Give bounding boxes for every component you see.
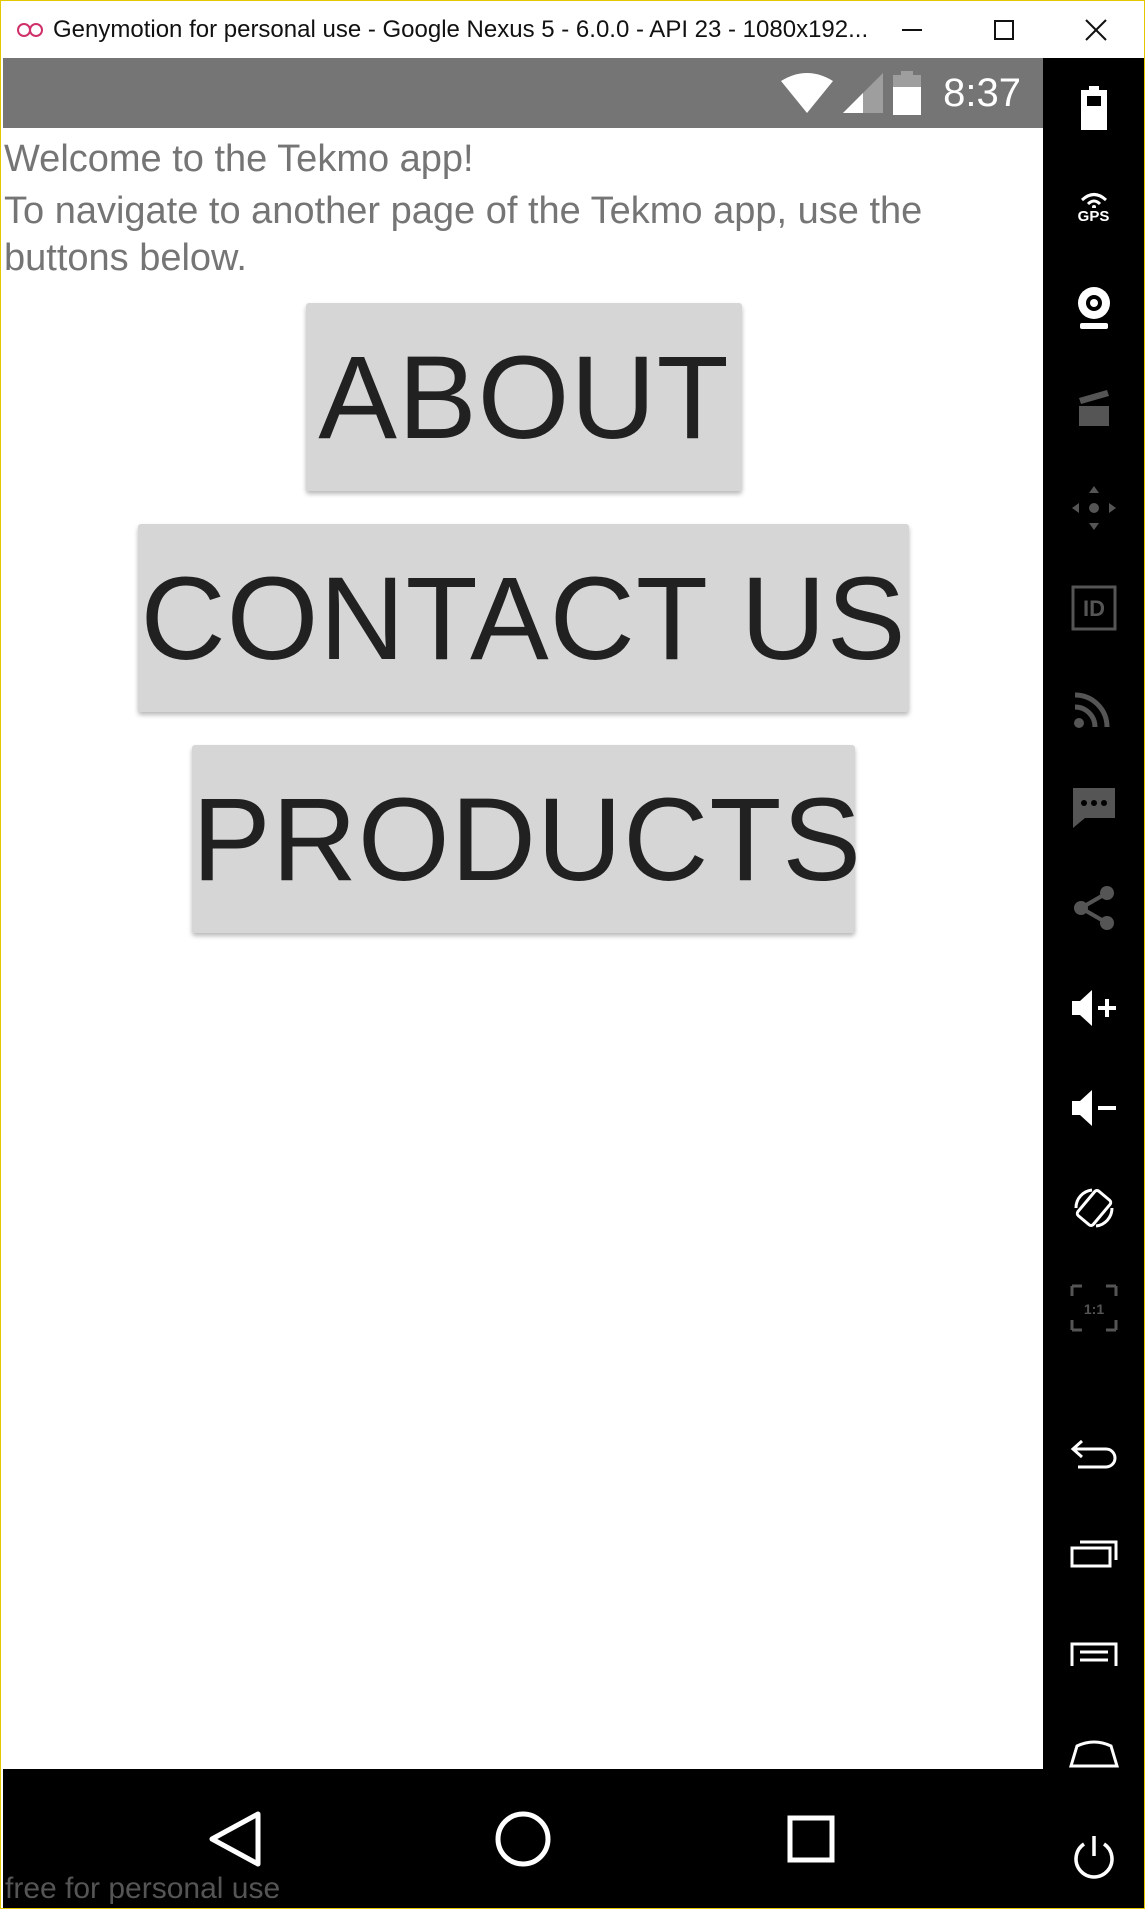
volume-down-tool[interactable]	[1043, 1068, 1144, 1148]
pixel-label: 1:1	[1083, 1301, 1103, 1317]
share-icon	[1073, 886, 1114, 930]
back-tool[interactable]	[1043, 1413, 1144, 1493]
sms-tool[interactable]	[1043, 768, 1144, 848]
pixel-perfect-icon: 1:1	[1070, 1284, 1117, 1332]
about-button[interactable]: ABOUT	[306, 303, 742, 491]
share-tool[interactable]	[1043, 868, 1144, 948]
navigation-bar: free for personal use	[3, 1769, 1043, 1908]
home-icon	[495, 1811, 551, 1867]
close-button[interactable]	[1061, 1, 1131, 58]
dpad-icon	[1071, 486, 1116, 530]
watermark-text: free for personal use	[5, 1872, 281, 1905]
nav-recents-button[interactable]	[771, 1799, 851, 1879]
minimize-button[interactable]	[877, 1, 947, 58]
battery-tool[interactable]	[1043, 68, 1144, 148]
sms-icon	[1072, 788, 1115, 828]
menu-tool[interactable]	[1043, 1613, 1144, 1693]
webcam-icon	[1077, 287, 1110, 329]
device-id-tool[interactable]: ID	[1043, 568, 1144, 648]
back-icon	[1070, 1439, 1116, 1469]
title-bar: Genymotion for personal use - Google Nex…	[1, 1, 1144, 58]
battery-icon	[893, 71, 922, 115]
instructions-text: To navigate to another page of the Tekmo…	[4, 190, 923, 279]
rotate-icon	[1073, 1188, 1114, 1228]
pixel-perfect-tool[interactable]: 1:1	[1043, 1268, 1144, 1348]
genymotion-window: Genymotion for personal use - Google Nex…	[0, 0, 1145, 1909]
gps-label: GPS	[1077, 207, 1110, 225]
wifi-icon	[781, 73, 834, 113]
nav-home-button[interactable]	[483, 1799, 563, 1879]
maximize-icon	[994, 19, 1014, 40]
recents-icon	[787, 1815, 835, 1863]
maximize-button[interactable]	[969, 1, 1039, 58]
gps-icon	[1080, 192, 1107, 208]
device-id-icon: ID	[1071, 585, 1116, 631]
cast-icon	[1073, 692, 1109, 728]
volume-up-tool[interactable]	[1043, 968, 1144, 1048]
genymotion-toolbar: GPS ID 1:1	[1043, 58, 1144, 1908]
device-screen: 8:37 Welcome to the Tekmo app! To naviga…	[3, 58, 1043, 1769]
nav-back-button[interactable]	[195, 1799, 275, 1879]
dpad-tool[interactable]	[1043, 468, 1144, 548]
volume-down-icon	[1071, 1090, 1116, 1126]
webcam-tool[interactable]	[1043, 268, 1144, 348]
gps-tool[interactable]: GPS	[1043, 168, 1144, 248]
cell-signal-icon	[843, 73, 884, 113]
cast-tool[interactable]	[1043, 668, 1144, 748]
capture-tool[interactable]	[1043, 368, 1144, 448]
home-icon	[1068, 1740, 1119, 1768]
power-icon	[1073, 1836, 1114, 1879]
status-bar: 8:37	[3, 58, 1043, 128]
welcome-text: Welcome to the Tekmo app!	[4, 138, 474, 180]
home-tool[interactable]	[1043, 1713, 1144, 1793]
minimize-icon	[902, 28, 922, 31]
status-clock: 8:37	[943, 70, 1021, 115]
id-label: ID	[1083, 596, 1105, 621]
power-tool[interactable]	[1043, 1818, 1144, 1898]
close-icon	[1085, 18, 1107, 41]
contact-us-button[interactable]: CONTACT US	[138, 524, 909, 712]
recent-apps-tool[interactable]	[1043, 1513, 1144, 1593]
battery-icon	[1080, 86, 1107, 130]
window-title: Genymotion for personal use - Google Nex…	[53, 15, 869, 43]
products-button[interactable]: PRODUCTS	[192, 745, 861, 933]
capture-icon	[1078, 390, 1109, 426]
rotate-tool[interactable]	[1043, 1168, 1144, 1248]
volume-up-icon	[1071, 990, 1116, 1026]
back-icon	[209, 1811, 261, 1867]
recent-apps-icon	[1070, 1540, 1117, 1568]
genymotion-logo-icon	[17, 20, 47, 40]
menu-icon	[1070, 1642, 1117, 1666]
